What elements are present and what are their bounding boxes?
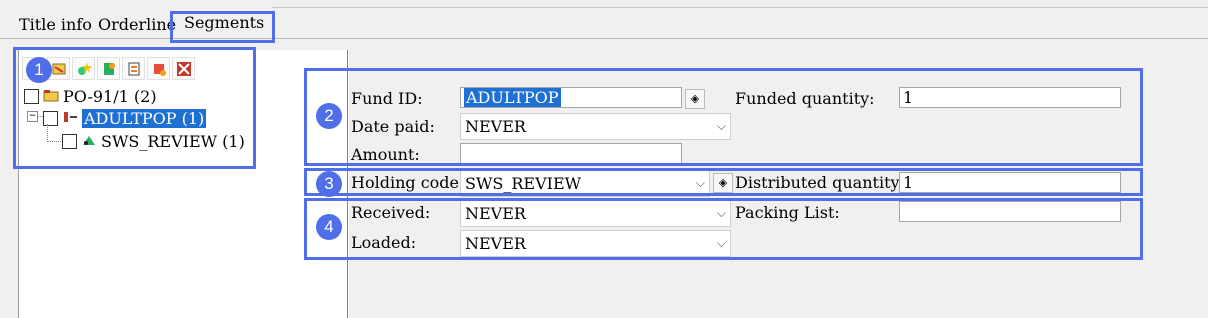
tab-orderline[interactable]: Orderline <box>94 12 180 38</box>
tab-title-info[interactable]: Title info <box>15 12 96 38</box>
annotation-badge-1: 1 <box>26 57 52 83</box>
annotation-badge-3: 3 <box>316 171 342 197</box>
annotation-box-2 <box>304 68 1143 166</box>
annotation-box-3 <box>304 168 1143 196</box>
annotation-box-segments-tab <box>170 11 275 43</box>
tab-strip-border <box>272 7 1208 8</box>
annotation-badge-4: 4 <box>316 214 342 240</box>
annotation-badge-2: 2 <box>316 103 342 129</box>
annotation-box-4 <box>304 198 1143 260</box>
